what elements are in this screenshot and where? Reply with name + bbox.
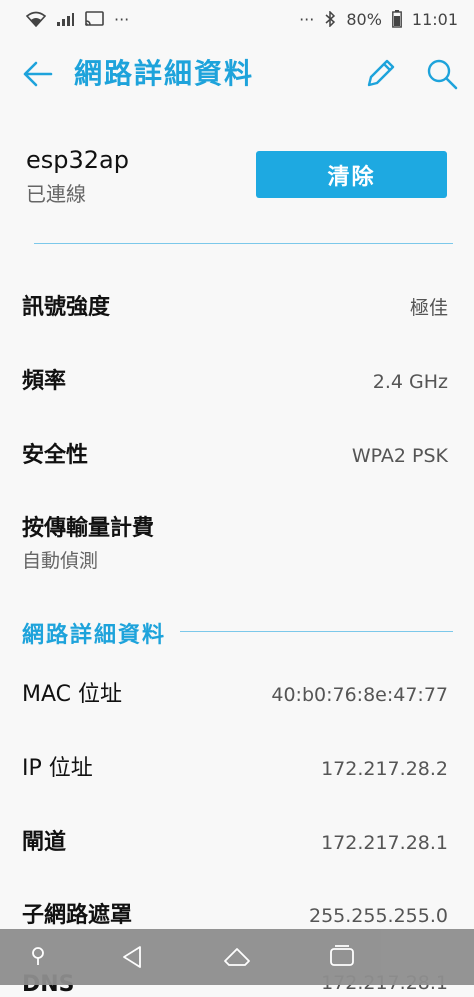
row-value: 40:b0:76:8e:47:77: [271, 684, 448, 706]
row-label: 閘道: [22, 830, 67, 855]
divider: [34, 243, 453, 244]
row-label: 頻率: [22, 369, 67, 394]
frequency-row: 頻率 2.4 GHz: [0, 367, 474, 427]
wifi-icon: [26, 11, 46, 27]
page-title: 網路詳細資料: [74, 57, 255, 90]
status-dots-right: ···: [299, 9, 315, 29]
mac-address-row: MAC 位址 40:b0:76:8e:47:77: [0, 680, 474, 740]
connection-status: 已連線: [26, 182, 86, 206]
gateway-row: 閘道 172.217.28.1: [0, 828, 474, 888]
row-label: 訊號強度: [22, 295, 111, 320]
row-value: 172.217.28.2: [321, 758, 448, 780]
row-label: IP 位址: [22, 756, 93, 781]
section-divider: [180, 631, 453, 632]
row-value: WPA2 PSK: [351, 445, 448, 467]
row-subtitle: 自動偵測: [22, 550, 99, 572]
metered-row[interactable]: 按傳輸量計費 自動偵測: [0, 514, 474, 578]
battery-icon: [391, 10, 402, 28]
network-name: esp32ap: [26, 146, 129, 174]
row-label: MAC 位址: [22, 682, 122, 707]
back-arrow-icon[interactable]: [20, 56, 56, 92]
clock: 11:01: [411, 9, 458, 29]
cast-icon: [84, 11, 104, 27]
status-bar: ··· ··· 80% 11:01: [0, 0, 474, 38]
row-value: 172.217.28.1: [321, 832, 448, 854]
row-value: 2.4 GHz: [372, 371, 448, 393]
assistant-icon[interactable]: [24, 941, 56, 973]
app-bar: 網路詳細資料: [0, 38, 474, 110]
home-icon[interactable]: [221, 941, 253, 973]
battery-percent: 80%: [346, 9, 382, 29]
status-dots-left: ···: [114, 9, 130, 29]
search-icon[interactable]: [424, 56, 460, 92]
status-bar-left: ···: [26, 10, 129, 29]
status-bar-right: ··· 80% 11:01: [299, 10, 458, 29]
edit-pencil-icon[interactable]: [364, 56, 396, 92]
bluetooth-icon: [324, 11, 336, 27]
row-label: 按傳輸量計費: [22, 516, 155, 541]
signal-strength-row: 訊號強度 極佳: [0, 293, 474, 353]
navigation-bar: [0, 929, 474, 985]
signal-icon: [56, 12, 74, 26]
security-row: 安全性 WPA2 PSK: [0, 441, 474, 501]
row-value: 極佳: [409, 297, 448, 319]
recents-icon[interactable]: [326, 941, 358, 973]
row-label: 子網路遮罩: [22, 903, 133, 928]
back-icon[interactable]: [118, 941, 150, 973]
forget-button[interactable]: 清除: [256, 151, 447, 198]
ip-address-row: IP 位址 172.217.28.2: [0, 754, 474, 814]
row-label: 安全性: [22, 443, 89, 468]
row-value: 255.255.255.0: [308, 905, 448, 927]
section-header: 網路詳細資料: [22, 623, 167, 648]
